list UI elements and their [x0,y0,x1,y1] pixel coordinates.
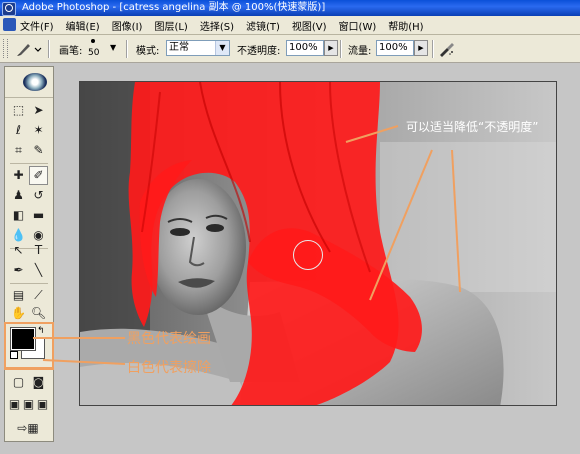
annotation-overlay [33,337,126,365]
annotation-white-erase: 白色代表擦除 [127,360,211,376]
annotation-black-paint: 黑色代表绘画 [127,331,211,347]
